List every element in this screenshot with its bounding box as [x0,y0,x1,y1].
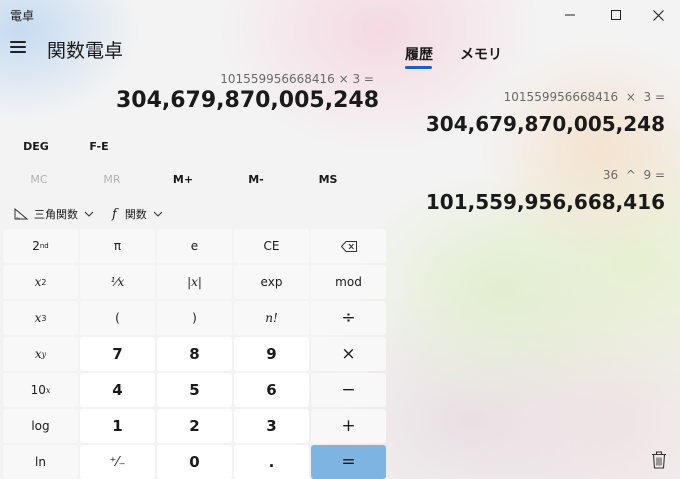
close-button[interactable] [636,0,680,30]
exp-button[interactable]: exp [234,265,309,299]
fe-button[interactable]: F-E [69,140,129,153]
history-item-result[interactable]: 304,679,870,005,248 [426,112,665,136]
result-display: 304,679,870,005,248 [115,88,379,113]
minimize-icon [565,14,575,16]
digit-0-button[interactable]: 0 [157,445,232,479]
key-label-sup: 3 [41,313,47,323]
ten-power-button[interactable]: 10 x [3,373,78,407]
chevron-down-icon [84,211,94,217]
memory-store-button[interactable]: MS [298,173,358,186]
negate-button[interactable]: ⁺⁄₋ [80,445,155,479]
key-label-sup: 2 [41,277,47,287]
function-toolbar: 三角関数 f 関数 [14,206,181,222]
digit-1-button[interactable]: 1 [80,409,155,443]
triangle-ruler-icon [14,208,28,220]
trash-icon [652,451,666,469]
chevron-down-icon [153,211,163,217]
key-label: ¹⁄x [110,275,125,289]
digit-6-button[interactable]: 6 [234,373,309,407]
hamburger-icon [10,41,26,43]
divide-button[interactable]: ÷ [311,301,386,335]
mode-title: 関数電卓 [47,40,124,62]
multiply-button[interactable]: × [311,337,386,371]
hamburger-icon-line [10,51,26,53]
window-title: 電卓 [10,9,35,23]
active-tab-indicator [405,66,432,69]
digit-7-button[interactable]: 7 [80,337,155,371]
reciprocal-button[interactable]: ¹⁄x [80,265,155,299]
tab-memory[interactable]: メモリ [460,44,502,64]
hamburger-icon-line [10,46,26,48]
maximize-icon [611,10,621,20]
digit-2-button[interactable]: 2 [157,409,232,443]
history-item-expression[interactable]: 101559956668416 × 3 = [504,90,665,104]
digit-8-button[interactable]: 8 [157,337,232,371]
clear-history-button[interactable] [651,451,667,469]
digit-9-button[interactable]: 9 [234,337,309,371]
memory-clear-button[interactable]: MC [9,173,69,186]
minimize-button[interactable] [548,0,592,30]
left-paren-button[interactable]: ( [80,301,155,335]
right-paren-button[interactable]: ) [157,301,232,335]
absolute-value-button[interactable]: |x| [157,265,232,299]
second-function-button[interactable]: 2nd [3,229,78,263]
clear-entry-button[interactable]: CE [234,229,309,263]
key-label: x [34,311,42,325]
key-label-sup: nd [39,242,49,250]
pi-button[interactable]: π [80,229,155,263]
factorial-button[interactable]: n! [234,301,309,335]
equals-button[interactable]: = [311,445,386,479]
cube-button[interactable]: x3 [3,301,78,335]
memory-recall-button[interactable]: MR [82,173,142,186]
key-label: |x| [187,275,202,289]
backspace-button[interactable] [311,229,386,263]
subtract-button[interactable]: − [311,373,386,407]
trig-dropdown[interactable]: 三角関数 [14,206,94,222]
history-item-result[interactable]: 101,559,956,668,416 [426,190,665,214]
log-button[interactable]: log [3,409,78,443]
tab-history[interactable]: 履歴 [405,44,433,64]
memory-subtract-button[interactable]: M- [226,173,286,186]
keypad: 2nd π e CE x2 ¹⁄x |x| exp mod x3 ( ) n! … [3,229,389,479]
key-label-sup: y [41,349,47,359]
expression-display: 101559956668416 × 3 = [220,72,374,86]
key-label: x [34,275,42,289]
history-item-expression[interactable]: 36 ^ 9 = [603,168,665,182]
decimal-button[interactable]: . [234,445,309,479]
key-label: x [34,347,42,361]
memory-add-button[interactable]: M+ [153,173,213,186]
close-icon [652,9,664,21]
euler-button[interactable]: e [157,229,232,263]
maximize-button[interactable] [594,0,638,30]
backspace-icon [340,240,357,252]
key-label: 2 [32,239,40,253]
add-button[interactable]: + [311,409,386,443]
angle-unit-button[interactable]: DEG [6,140,66,153]
key-label-sup: x [45,385,51,395]
function-dropdown[interactable]: f 関数 [112,206,163,222]
digit-5-button[interactable]: 5 [157,373,232,407]
trig-dropdown-label: 三角関数 [34,208,78,221]
function-f-icon: f [112,206,117,222]
digit-3-button[interactable]: 3 [234,409,309,443]
mod-button[interactable]: mod [311,265,386,299]
calculator-window: 電卓 関数電卓 101559956668416 × 3 = 304,679,87… [0,0,680,479]
menu-button[interactable] [10,41,28,55]
key-label: n! [265,311,278,325]
key-label: 10 [30,383,46,397]
ln-button[interactable]: ln [3,445,78,479]
power-button[interactable]: xy [3,337,78,371]
square-button[interactable]: x2 [3,265,78,299]
function-dropdown-label: 関数 [124,208,147,221]
digit-4-button[interactable]: 4 [80,373,155,407]
